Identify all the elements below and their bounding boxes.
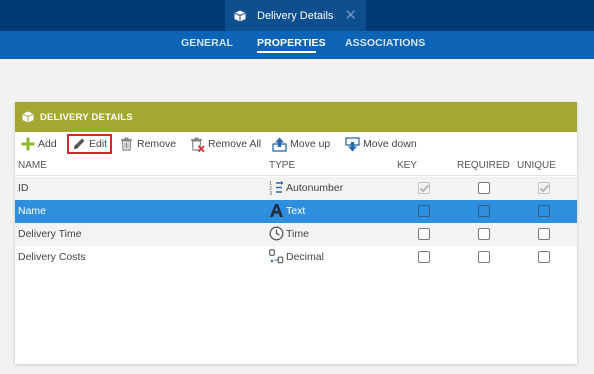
required-checkbox[interactable] [478, 228, 490, 240]
column-header-required[interactable]: REQUIRED [457, 160, 510, 171]
text-type-icon [269, 203, 284, 218]
row-type: Time [269, 226, 309, 241]
row-type-label: Text [286, 204, 306, 217]
move-up-icon [272, 137, 287, 152]
clock-icon [269, 226, 284, 241]
tab-properties[interactable]: PROPERTIES [257, 37, 326, 49]
key-checkbox[interactable] [418, 228, 430, 240]
key-checkbox[interactable] [418, 251, 430, 263]
edit-label: Edit [89, 138, 108, 150]
unique-checkbox [538, 182, 550, 194]
row-type: 123 Autonumber [269, 180, 343, 195]
row-type-label: Decimal [286, 250, 324, 263]
pencil-icon [71, 137, 86, 152]
table-row[interactable]: Delivery Time Time [15, 223, 577, 246]
remove-all-label: Remove All [208, 138, 262, 150]
move-down-icon [345, 136, 360, 152]
column-header-unique[interactable]: UNIQUE [517, 160, 556, 171]
remove-button[interactable]: Remove [119, 135, 176, 153]
box-icon [22, 111, 34, 123]
remove-all-button[interactable]: Remove All [190, 135, 261, 153]
remove-label: Remove [137, 138, 177, 150]
add-button[interactable]: Add [20, 135, 57, 153]
table-header: NAME TYPE KEY REQUIRED UNIQUE [15, 156, 577, 176]
trash-x-icon [190, 137, 205, 152]
row-type-label: Time [286, 227, 309, 240]
plus-icon [20, 137, 35, 152]
row-name: Delivery Time [18, 228, 82, 240]
box-icon [234, 10, 246, 22]
active-tab-underline [257, 51, 316, 53]
tab-general[interactable]: GENERAL [181, 37, 233, 49]
properties-toolbar: Add Edit Remove Remove All Move up Move … [15, 132, 577, 156]
table-row[interactable]: Delivery Costs Decimal [15, 246, 577, 269]
key-checkbox [418, 182, 430, 194]
add-label: Add [38, 138, 57, 150]
row-name: Name [18, 205, 47, 217]
column-header-name[interactable]: NAME [18, 160, 47, 171]
unique-checkbox[interactable] [538, 205, 550, 217]
column-header-type[interactable]: TYPE [269, 160, 295, 171]
autonumber-icon: 123 [269, 180, 284, 195]
move-down-label: Move down [363, 138, 417, 150]
document-tab[interactable]: Delivery Details ✕ [225, 0, 366, 31]
close-icon[interactable]: ✕ [344, 8, 357, 23]
required-checkbox[interactable] [478, 182, 490, 194]
move-down-button[interactable]: Move down [345, 135, 417, 153]
table-row[interactable]: Name Text [15, 200, 577, 223]
move-up-label: Move up [290, 138, 331, 150]
document-tab-title: Delivery Details [257, 9, 334, 22]
move-up-button[interactable]: Move up [272, 135, 330, 153]
tab-associations[interactable]: ASSOCIATIONS [345, 37, 425, 49]
row-type: Decimal [269, 249, 324, 264]
delivery-details-panel: DELIVERY DETAILS Add Edit Remove Remove … [15, 102, 577, 364]
document-tab-bar: Delivery Details ✕ [0, 0, 594, 31]
svg-text:3: 3 [269, 191, 272, 195]
panel-header: DELIVERY DETAILS [15, 102, 577, 132]
unique-checkbox[interactable] [538, 228, 550, 240]
edit-button[interactable]: Edit [67, 134, 113, 154]
trash-icon [119, 137, 134, 152]
panel-title: DELIVERY DETAILS [40, 111, 133, 123]
row-type: Text [269, 203, 305, 218]
section-nav: GENERAL PROPERTIES ASSOCIATIONS [0, 31, 594, 59]
unique-checkbox[interactable] [538, 251, 550, 263]
required-checkbox[interactable] [478, 251, 490, 263]
key-checkbox[interactable] [418, 205, 430, 217]
row-type-label: Autonumber [286, 181, 344, 194]
row-name: Delivery Costs [18, 251, 86, 263]
row-name: ID [18, 182, 29, 194]
table-row[interactable]: ID 123 Autonumber [15, 177, 577, 200]
column-header-key[interactable]: KEY [397, 160, 417, 171]
required-checkbox[interactable] [478, 205, 490, 217]
decimal-icon [269, 249, 284, 264]
